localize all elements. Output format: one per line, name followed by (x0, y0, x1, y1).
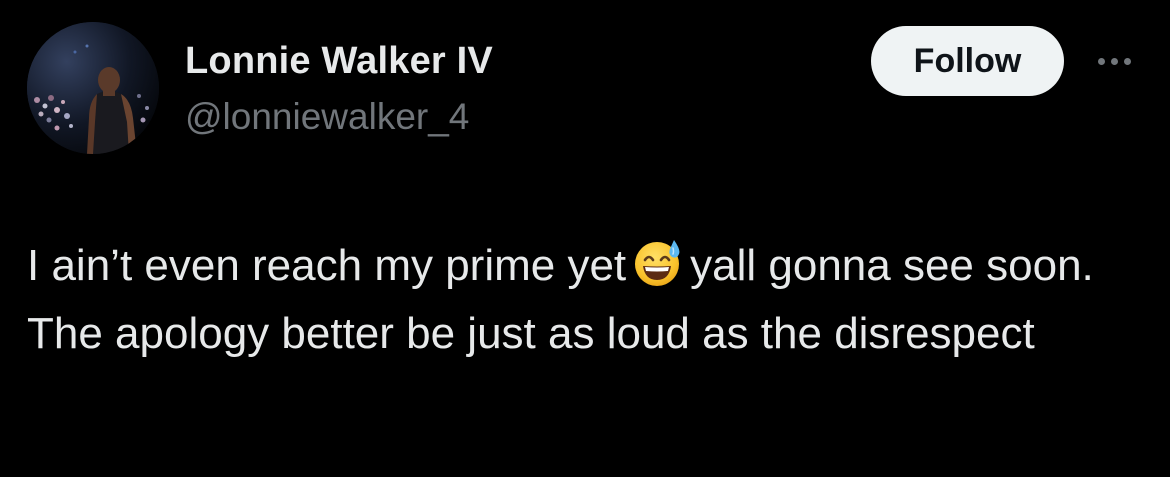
profile-photo-avatar (27, 22, 159, 154)
follow-button[interactable]: Follow (871, 26, 1064, 96)
more-horizontal-icon[interactable] (1088, 46, 1140, 76)
author-handle[interactable]: @lonniewalker_4 (185, 96, 469, 138)
tweet-text: I ain’t even reach my prime yet yall gon… (27, 232, 1147, 368)
tweet: Lonnie Walker IV @lonniewalker_4 Follow … (0, 0, 1170, 477)
author-display-name[interactable]: Lonnie Walker IV (185, 40, 493, 83)
more-dot (1123, 57, 1131, 65)
grinning-face-with-sweat-emoji (632, 236, 684, 288)
avatar[interactable] (27, 22, 159, 154)
more-dot (1110, 57, 1118, 65)
tweet-text-part1: I ain’t even reach my prime yet (27, 241, 627, 290)
more-dot (1097, 57, 1105, 65)
